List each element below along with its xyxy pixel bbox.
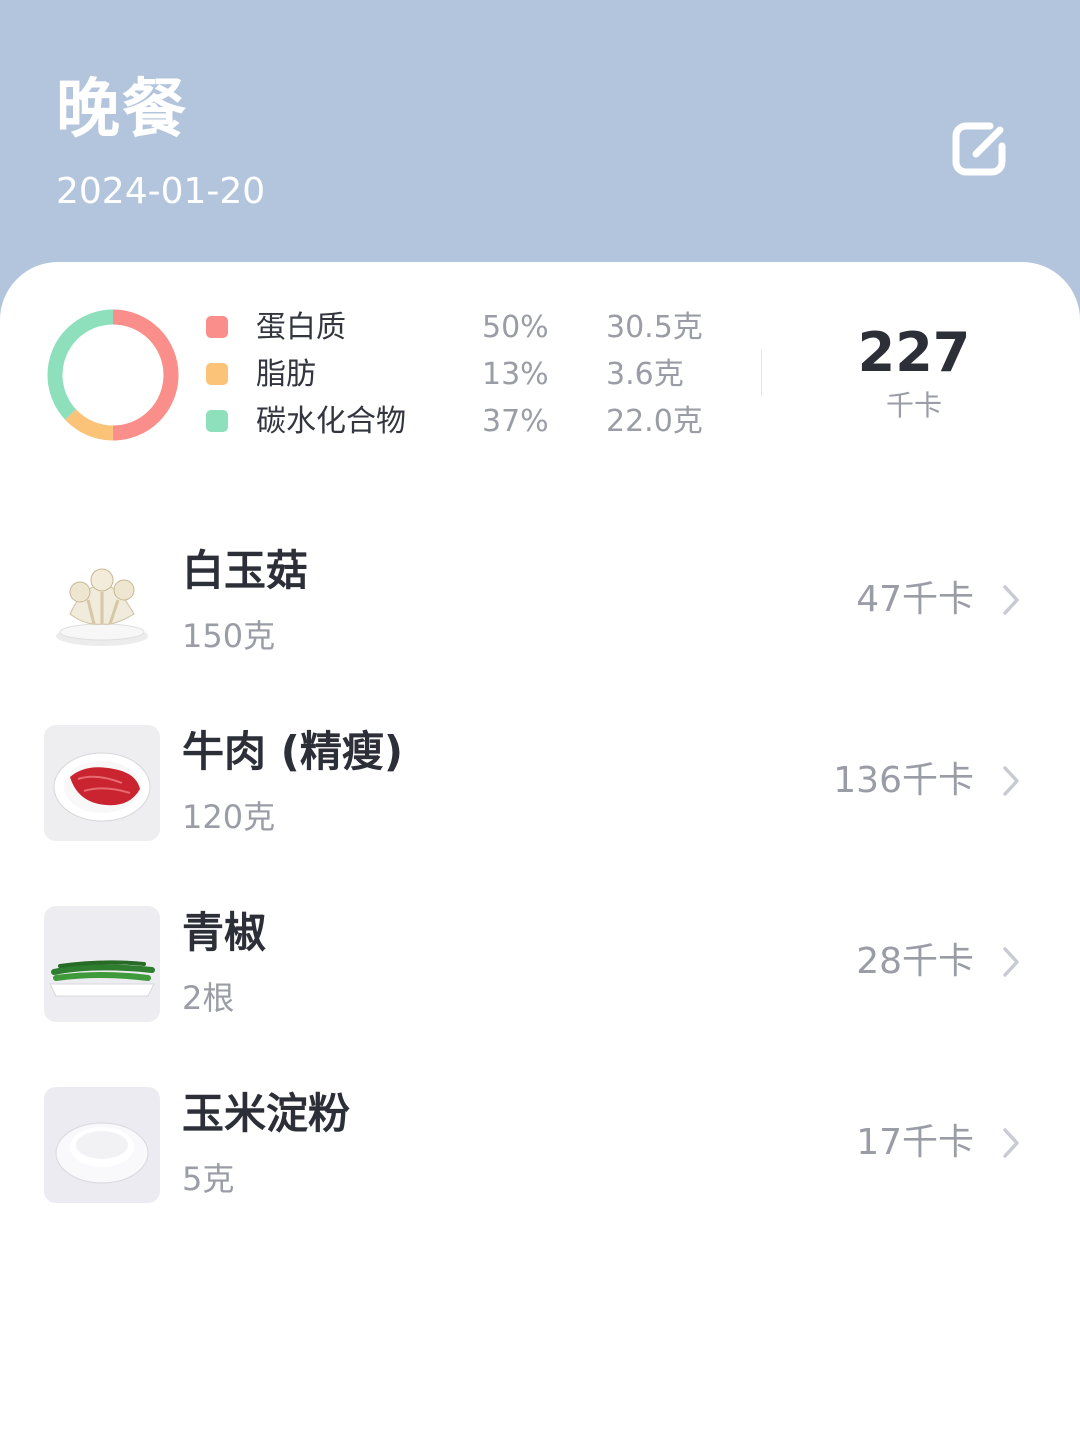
fat-color-dot bbox=[206, 363, 228, 385]
food-amount: 5克 bbox=[182, 1160, 235, 1198]
macro-percent: 13% bbox=[482, 357, 549, 392]
food-item-green-pepper[interactable]: 青椒 2根 28千卡 bbox=[0, 886, 1080, 1046]
macro-percent: 50% bbox=[482, 310, 549, 345]
macro-grams: 22.0克 bbox=[606, 404, 703, 439]
food-name: 玉米淀粉 bbox=[182, 1089, 351, 1138]
chevron-right-icon bbox=[1003, 585, 1019, 615]
carbs-color-dot bbox=[206, 410, 228, 432]
food-name: 白玉菇 bbox=[182, 546, 309, 595]
food-thumbnail bbox=[44, 725, 160, 841]
macro-percent: 37% bbox=[482, 404, 549, 439]
edit-icon bbox=[952, 122, 1006, 176]
food-calories: 28千卡 bbox=[856, 941, 974, 982]
food-amount: 120克 bbox=[182, 798, 276, 836]
edit-button[interactable] bbox=[946, 112, 1016, 182]
food-amount: 150克 bbox=[182, 617, 276, 655]
macro-name: 蛋白质 bbox=[256, 310, 346, 345]
food-thumbnail bbox=[44, 906, 160, 1022]
food-calories: 136千卡 bbox=[833, 760, 974, 801]
chevron-right-icon bbox=[1003, 766, 1019, 796]
macro-grams: 3.6克 bbox=[606, 357, 684, 392]
food-name: 青椒 bbox=[182, 908, 267, 957]
food-item-lean-beef[interactable]: 牛肉 (精瘦) 120克 136千卡 bbox=[0, 705, 1080, 865]
chevron-right-icon bbox=[1003, 947, 1019, 977]
food-calories: 17千卡 bbox=[856, 1122, 974, 1163]
protein-color-dot bbox=[206, 316, 228, 338]
summary-divider bbox=[761, 350, 762, 396]
food-item-corn-starch[interactable]: 玉米淀粉 5克 17千卡 bbox=[0, 1067, 1080, 1227]
macro-name: 碳水化合物 bbox=[256, 404, 406, 439]
meal-date: 2024-01-20 bbox=[56, 171, 266, 212]
chevron-right-icon bbox=[1003, 1128, 1019, 1158]
header: 晚餐 2024-01-20 bbox=[0, 0, 1080, 300]
macro-name: 脂肪 bbox=[256, 357, 316, 392]
food-item-white-mushroom[interactable]: 白玉菇 150克 47千卡 bbox=[0, 524, 1080, 684]
food-calories: 47千卡 bbox=[856, 579, 974, 620]
food-amount: 2根 bbox=[182, 979, 235, 1017]
food-thumbnail bbox=[44, 544, 160, 660]
page-title: 晚餐 bbox=[56, 73, 188, 147]
macro-grams: 30.5克 bbox=[606, 310, 703, 345]
food-thumbnail bbox=[44, 1087, 160, 1203]
total-calories: 227 bbox=[857, 321, 971, 384]
food-name: 牛肉 (精瘦) bbox=[182, 727, 404, 776]
macro-donut-chart bbox=[47, 309, 179, 441]
total-calories-unit: 千卡 bbox=[885, 389, 942, 422]
